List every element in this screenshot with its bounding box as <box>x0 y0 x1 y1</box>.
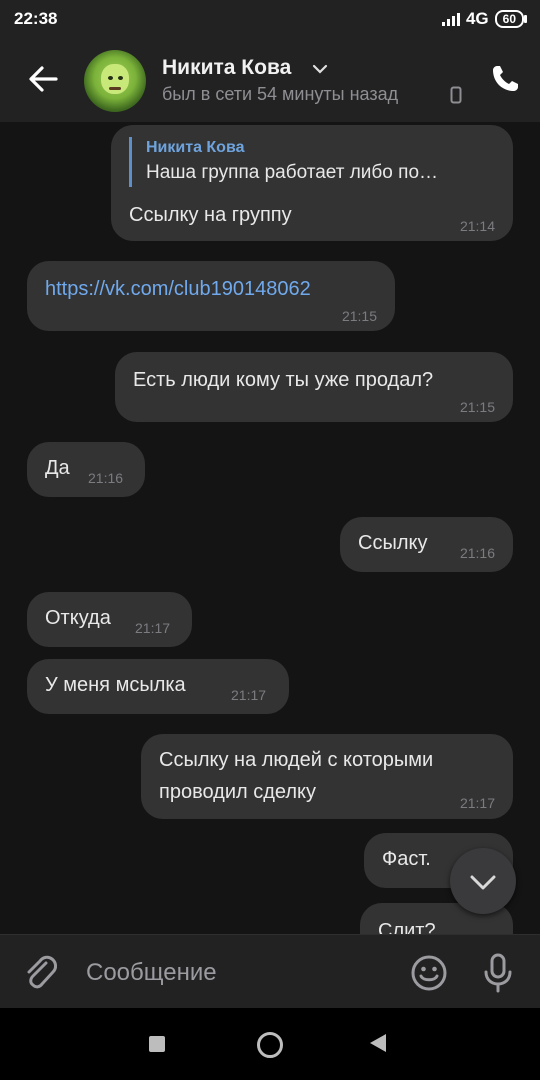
emoji-icon[interactable] <box>410 954 448 992</box>
clock: 22:38 <box>14 9 58 28</box>
chat-header: Никита Кова был в сети 54 минуты назад <box>0 40 540 122</box>
message-text: Откуда <box>45 607 111 629</box>
microphone-icon[interactable] <box>480 952 516 994</box>
back-triangle-icon[interactable] <box>370 1034 386 1052</box>
message-text: Да <box>45 457 70 479</box>
message-bubble-outgoing[interactable]: Есть люди кому ты уже продал? 21:15 <box>115 352 513 422</box>
paperclip-icon[interactable] <box>22 953 58 991</box>
message-composer <box>0 934 540 1009</box>
message-time: 21:15 <box>459 399 495 415</box>
system-nav-bar <box>0 1008 540 1080</box>
quote-author: Никита Кова <box>146 139 245 156</box>
avatar[interactable] <box>84 50 146 112</box>
message-time: 21:17 <box>459 795 495 811</box>
message-text: Ссылку <box>358 532 428 554</box>
battery-icon: 60 <box>494 10 528 28</box>
message-text-line: Ссылку на людей с которыми <box>159 749 434 771</box>
message-bubble-outgoing[interactable]: Никита Кова Наша группа работает либо по… <box>111 125 513 241</box>
scroll-to-bottom-button[interactable] <box>450 848 516 914</box>
message-link[interactable]: https://vk.com/club190148062 <box>45 273 311 305</box>
message-time: 21:14 <box>459 218 495 234</box>
status-icons: 4G 60 <box>441 9 528 29</box>
quote-text: Наша группа работает либо по… <box>146 162 439 183</box>
message-time: 21:15 <box>341 308 377 324</box>
message-bubble-outgoing[interactable]: Ссылку 21:16 <box>340 517 513 572</box>
message-input[interactable] <box>86 957 386 989</box>
recent-apps-icon[interactable] <box>149 1036 165 1052</box>
phone-icon[interactable] <box>488 62 522 96</box>
message-bubble-outgoing[interactable]: Ссылку на людей с которыми проводил сдел… <box>141 734 513 819</box>
home-icon[interactable] <box>257 1032 283 1058</box>
signal-icon <box>441 12 460 26</box>
message-time: 21:17 <box>231 687 267 703</box>
message-list[interactable]: Никита Кова Наша группа работает либо по… <box>0 122 540 934</box>
status-bar: 22:38 4G 60 <box>0 0 540 40</box>
message-bubble-incoming[interactable]: Да 21:16 <box>27 442 145 497</box>
contact-name[interactable]: Никита Кова <box>162 56 291 80</box>
message-text: Есть люди кому ты уже продал? <box>133 369 434 391</box>
message-text: Слит? <box>378 920 436 934</box>
message-text: У меня мсылка <box>45 674 186 696</box>
message-bubble-incoming[interactable]: https://vk.com/club190148062 21:15 <box>27 261 395 331</box>
message-text: Фаст. <box>382 848 431 870</box>
message-time: 21:16 <box>459 545 495 561</box>
mobile-device-icon <box>450 86 462 104</box>
network-type: 4G <box>465 9 489 28</box>
contact-status: был в сети 54 минуты назад <box>162 84 399 104</box>
arrow-left-icon[interactable] <box>26 62 60 96</box>
message-time: 21:16 <box>88 470 124 486</box>
message-text: Ссылку на группу <box>129 204 292 226</box>
chevron-down-icon <box>470 875 496 890</box>
message-time: 21:17 <box>135 620 171 636</box>
chevron-down-icon[interactable] <box>312 62 328 76</box>
message-text-line: проводил сделку <box>159 781 317 803</box>
reply-quote[interactable]: Никита Кова Наша группа работает либо по… <box>129 137 438 187</box>
message-bubble-incoming[interactable]: Откуда 21:17 <box>27 592 192 647</box>
message-bubble-incoming[interactable]: У меня мсылка 21:17 <box>27 659 289 714</box>
